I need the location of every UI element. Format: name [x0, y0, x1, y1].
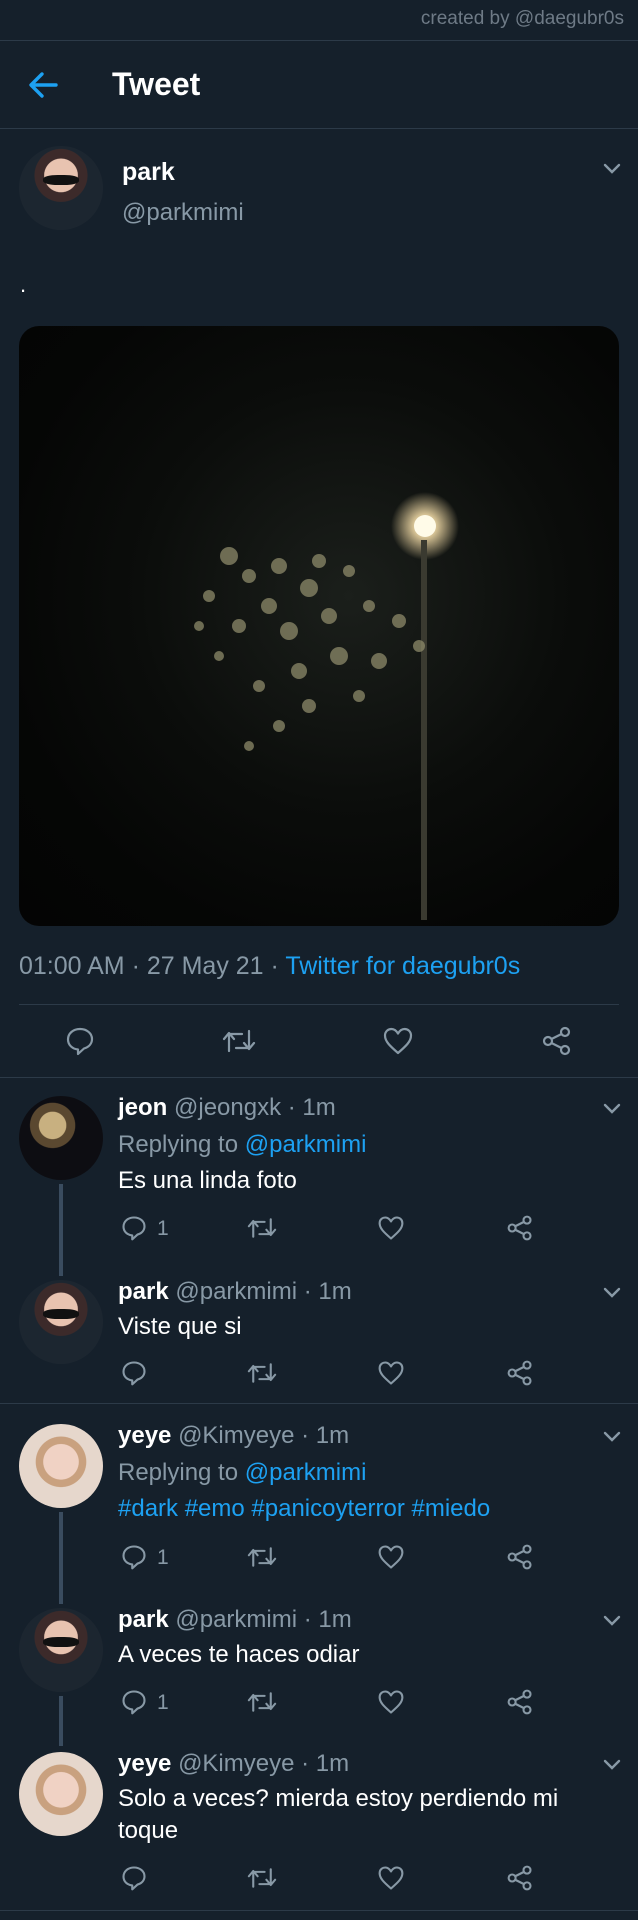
- retweet-icon[interactable]: [247, 1688, 277, 1716]
- tweet-timestamp: 01:00 AM · 27 May 21 ·: [19, 952, 286, 980]
- reply-icon[interactable]: [120, 1359, 148, 1387]
- thread-line: [59, 1696, 63, 1746]
- avatar[interactable]: [19, 1752, 103, 1836]
- reply-meta: @Kimyeye · 1m: [178, 1750, 350, 1777]
- retweet-icon[interactable]: [247, 1214, 277, 1242]
- reply-meta: @parkmimi · 1m: [175, 1278, 352, 1305]
- back-arrow-icon[interactable]: [26, 68, 60, 102]
- reply-hashtags[interactable]: #dark #emo #panicoyterror #miedo: [118, 1493, 490, 1525]
- share-icon[interactable]: [506, 1214, 534, 1242]
- author-name[interactable]: park: [122, 158, 175, 187]
- tweet-source-link[interactable]: Twitter for daegubr0s: [285, 952, 520, 980]
- chevron-down-icon[interactable]: [602, 162, 622, 176]
- replying-to: Replying to @parkmimi: [118, 1131, 366, 1159]
- author-handle[interactable]: @parkmimi: [122, 199, 244, 227]
- reply-icon[interactable]: [64, 1025, 96, 1057]
- replying-to-label: Replying to: [118, 1131, 245, 1158]
- reply-header: yeye @Kimyeye · 1m: [118, 1422, 349, 1450]
- thread-line: [59, 1184, 63, 1276]
- reply-icon[interactable]: [120, 1543, 148, 1571]
- like-icon[interactable]: [382, 1025, 414, 1057]
- like-icon[interactable]: [377, 1864, 405, 1892]
- tweet-text: .: [20, 272, 27, 297]
- replying-to-link[interactable]: @parkmimi: [245, 1459, 367, 1486]
- tweet-photo[interactable]: [19, 326, 619, 926]
- header: Tweet: [0, 42, 638, 128]
- reply-header: jeon @jeongxk · 1m: [118, 1094, 336, 1122]
- reply-icon[interactable]: [120, 1864, 148, 1892]
- reply-text: Solo a veces? mierda estoy perdiendo mi …: [118, 1785, 559, 1844]
- retweet-icon[interactable]: [247, 1864, 277, 1892]
- divider: [0, 128, 638, 129]
- divider: [0, 1910, 638, 1911]
- avatar[interactable]: [19, 1424, 103, 1508]
- divider: [0, 1403, 638, 1404]
- reply-header: park @parkmimi · 1m: [118, 1606, 352, 1634]
- avatar[interactable]: [19, 146, 103, 230]
- avatar[interactable]: [19, 1096, 103, 1180]
- chevron-down-icon[interactable]: [602, 1758, 622, 1772]
- share-icon[interactable]: [506, 1359, 534, 1387]
- share-icon[interactable]: [506, 1688, 534, 1716]
- chevron-down-icon[interactable]: [602, 1286, 622, 1300]
- replying-to-link[interactable]: @parkmimi: [245, 1131, 367, 1158]
- share-icon[interactable]: [506, 1864, 534, 1892]
- reply-icon[interactable]: [120, 1688, 148, 1716]
- like-icon[interactable]: [377, 1688, 405, 1716]
- tweet-meta: 01:00 AM · 27 May 21 · Twitter for daegu…: [19, 952, 520, 981]
- divider: [0, 1077, 638, 1078]
- chevron-down-icon[interactable]: [602, 1430, 622, 1444]
- reply-author-name[interactable]: yeye: [118, 1422, 171, 1449]
- reply-author-name[interactable]: jeon: [118, 1094, 167, 1121]
- chevron-down-icon[interactable]: [602, 1102, 622, 1116]
- watermark-text: created by @daegubr0s: [420, 8, 624, 29]
- reply-count: 1: [157, 1217, 169, 1240]
- divider: [19, 1004, 619, 1005]
- reply-meta: @jeongxk · 1m: [174, 1094, 336, 1121]
- reply-text: Viste que si: [118, 1313, 242, 1340]
- reply-count: 1: [157, 1546, 169, 1569]
- retweet-icon[interactable]: [222, 1025, 256, 1057]
- reply-author-name[interactable]: park: [118, 1606, 169, 1633]
- reply-header: park @parkmimi · 1m: [118, 1278, 352, 1306]
- reply-meta: @Kimyeye · 1m: [178, 1422, 350, 1449]
- reply-text: Es una linda foto: [118, 1167, 297, 1194]
- reply-text: A veces te haces odiar: [118, 1641, 360, 1668]
- retweet-icon[interactable]: [247, 1359, 277, 1387]
- chevron-down-icon[interactable]: [602, 1614, 622, 1628]
- replying-to-label: Replying to: [118, 1459, 245, 1486]
- thread-line: [59, 1512, 63, 1604]
- share-icon[interactable]: [506, 1543, 534, 1571]
- reply-count: 1: [157, 1691, 169, 1714]
- avatar[interactable]: [19, 1280, 103, 1364]
- page-title: Tweet: [112, 66, 201, 102]
- retweet-icon[interactable]: [247, 1543, 277, 1571]
- reply-header: yeye @Kimyeye · 1m: [118, 1750, 349, 1778]
- avatar[interactable]: [19, 1608, 103, 1692]
- reply-author-name[interactable]: park: [118, 1278, 169, 1305]
- reply-meta: @parkmimi · 1m: [175, 1606, 352, 1633]
- reply-author-name[interactable]: yeye: [118, 1750, 171, 1777]
- like-icon[interactable]: [377, 1214, 405, 1242]
- share-icon[interactable]: [541, 1025, 573, 1057]
- reply-icon[interactable]: [120, 1214, 148, 1242]
- divider: [0, 40, 638, 41]
- like-icon[interactable]: [377, 1543, 405, 1571]
- replying-to: Replying to @parkmimi: [118, 1459, 366, 1487]
- like-icon[interactable]: [377, 1359, 405, 1387]
